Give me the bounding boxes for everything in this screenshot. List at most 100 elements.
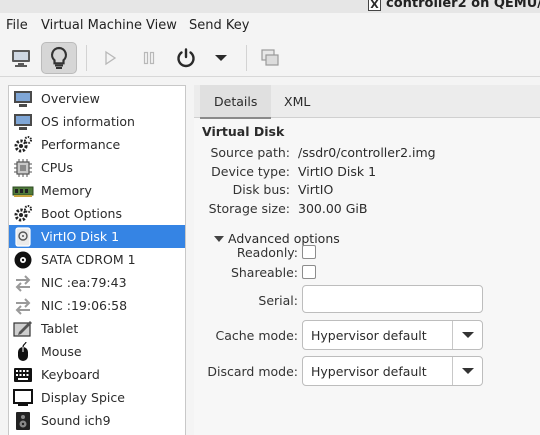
shareable-label: Shareable:: [230, 265, 298, 280]
details-button[interactable]: [41, 42, 77, 74]
shutdown-button[interactable]: [168, 42, 204, 74]
cdrom-icon: [12, 250, 34, 270]
discard-mode-value: Hypervisor default: [311, 363, 427, 379]
keyboard-icon: [12, 365, 34, 385]
display-icon: [12, 388, 34, 408]
tab-bar: Details XML: [194, 85, 540, 119]
serial-label: Serial:: [258, 293, 298, 308]
discard-mode-select[interactable]: Hypervisor default: [302, 356, 483, 386]
tablet-icon: [12, 319, 34, 339]
sidebar-item-mouse[interactable]: Mouse: [9, 340, 185, 363]
tab-xml[interactable]: XML: [270, 85, 324, 118]
snapshots-icon: [261, 49, 279, 66]
sidebar-item-sound-ich9[interactable]: Sound ich9: [9, 409, 185, 432]
cache-mode-label: Cache mode:: [215, 328, 298, 343]
sidebar-item-label: Memory: [41, 183, 92, 198]
pause-icon: [143, 51, 155, 65]
sidebar-item-nic-19-06-58[interactable]: NIC :19:06:58: [9, 294, 185, 317]
sidebar-item-label: VirtIO Disk 1: [41, 229, 120, 244]
console-button[interactable]: [3, 42, 39, 74]
run-button[interactable]: [92, 42, 128, 74]
network-arrows-icon: [12, 296, 34, 316]
advanced-options-label: Advanced options: [228, 231, 340, 246]
device-type-label: Device type:: [211, 164, 290, 179]
sidebar-item-memory[interactable]: Memory: [9, 179, 185, 202]
section-title: Virtual Disk: [202, 124, 285, 139]
sidebar-item-keyboard[interactable]: Keyboard: [9, 363, 185, 386]
sidebar-item-sata-cdrom-1[interactable]: SATA CDROM 1: [9, 248, 185, 271]
memory-icon: [12, 181, 34, 201]
readonly-checkbox[interactable]: [302, 245, 316, 259]
sidebar-item-label: Sound ich9: [41, 413, 111, 428]
disk-icon: [12, 226, 34, 247]
power-menu-arrow-icon: [215, 55, 227, 61]
sidebar-item-label: Keyboard: [41, 367, 100, 382]
window-titlebar: X controller2 on QEMU/KVM: [0, 0, 540, 13]
sidebar-item-os-information[interactable]: OS information: [9, 110, 185, 133]
sidebar-item-cpus[interactable]: CPUs: [9, 156, 185, 179]
advanced-options-expander[interactable]: Advanced options: [214, 231, 340, 246]
menu-virtual-machine[interactable]: Virtual Machine: [41, 18, 142, 33]
x11-app-icon: X: [368, 0, 381, 11]
cpu-icon: [12, 158, 34, 178]
disk-bus-label: Disk bus:: [232, 182, 290, 197]
sidebar-item-label: SATA CDROM 1: [41, 252, 136, 267]
console-icon: [12, 50, 30, 67]
monitor-icon: [12, 89, 34, 109]
run-icon: [105, 50, 117, 66]
gear-icon: [12, 204, 34, 224]
sidebar-item-label: Display Spice: [41, 390, 125, 405]
sidebar-item-boot-options[interactable]: Boot Options: [9, 202, 185, 225]
toolbar: [0, 39, 540, 77]
cache-mode-value: Hypervisor default: [311, 327, 427, 343]
menu-send-key[interactable]: Send Key: [189, 18, 249, 33]
sidebar-item-label: OS information: [41, 114, 135, 129]
monitor-icon: [12, 112, 34, 132]
source-path-value: /ssdr0/controller2.img: [298, 145, 436, 160]
window-title: controller2 on QEMU/KVM: [386, 0, 540, 11]
toolbar-separator: [246, 45, 247, 71]
storage-size-value: 300.00 GiB: [298, 201, 368, 216]
details-lightbulb-icon: [50, 46, 68, 69]
shutdown-menu-button[interactable]: [204, 42, 238, 74]
power-icon: [177, 48, 195, 68]
disk-bus-value: VirtIO: [298, 182, 334, 197]
hardware-list: Overview OS information Performance CPUs…: [8, 85, 186, 435]
network-arrows-icon: [12, 273, 34, 293]
sidebar-item-label: CPUs: [41, 160, 73, 175]
chevron-down-icon[interactable]: [452, 321, 482, 349]
chevron-down-icon[interactable]: [452, 357, 482, 385]
mouse-icon: [12, 341, 34, 362]
sidebar-item-virtio-disk-1[interactable]: VirtIO Disk 1: [9, 225, 185, 248]
readonly-label: Readonly:: [236, 245, 298, 260]
device-type-value: VirtIO Disk 1: [298, 164, 377, 179]
discard-mode-label: Discard mode:: [207, 364, 298, 379]
sidebar-item-nic-ea-79-43[interactable]: NIC :ea:79:43: [9, 271, 185, 294]
gear-icon: [12, 135, 34, 155]
sidebar-item-tablet[interactable]: Tablet: [9, 317, 185, 340]
sidebar-item-label: Mouse: [41, 344, 82, 359]
sidebar-item-label: NIC :19:06:58: [41, 298, 128, 313]
sidebar-item-label: Boot Options: [41, 206, 122, 221]
pause-button[interactable]: [131, 42, 167, 74]
shareable-checkbox[interactable]: [302, 265, 316, 279]
menu-file[interactable]: File: [6, 18, 28, 33]
tab-details[interactable]: Details: [200, 85, 272, 119]
cache-mode-select[interactable]: Hypervisor default: [302, 320, 483, 350]
menubar: File Virtual Machine View Send Key: [0, 13, 540, 39]
sidebar-item-performance[interactable]: Performance: [9, 133, 185, 156]
expander-triangle-icon: [214, 235, 224, 242]
speaker-icon: [12, 411, 34, 431]
sidebar-item-label: Performance: [41, 137, 121, 152]
sidebar-item-label: Overview: [41, 91, 100, 106]
toolbar-separator: [86, 45, 87, 71]
serial-input[interactable]: [302, 285, 483, 313]
sidebar-item-label: Tablet: [41, 321, 79, 336]
storage-size-label: Storage size:: [208, 201, 290, 216]
snapshots-button[interactable]: [252, 42, 288, 74]
sidebar-item-display-spice[interactable]: Display Spice: [9, 386, 185, 409]
sidebar-item-overview[interactable]: Overview: [9, 87, 185, 110]
menu-view[interactable]: View: [146, 18, 177, 33]
details-panel: Details XML Virtual Disk Source path: /s…: [194, 85, 540, 435]
source-path-label: Source path:: [210, 145, 290, 160]
